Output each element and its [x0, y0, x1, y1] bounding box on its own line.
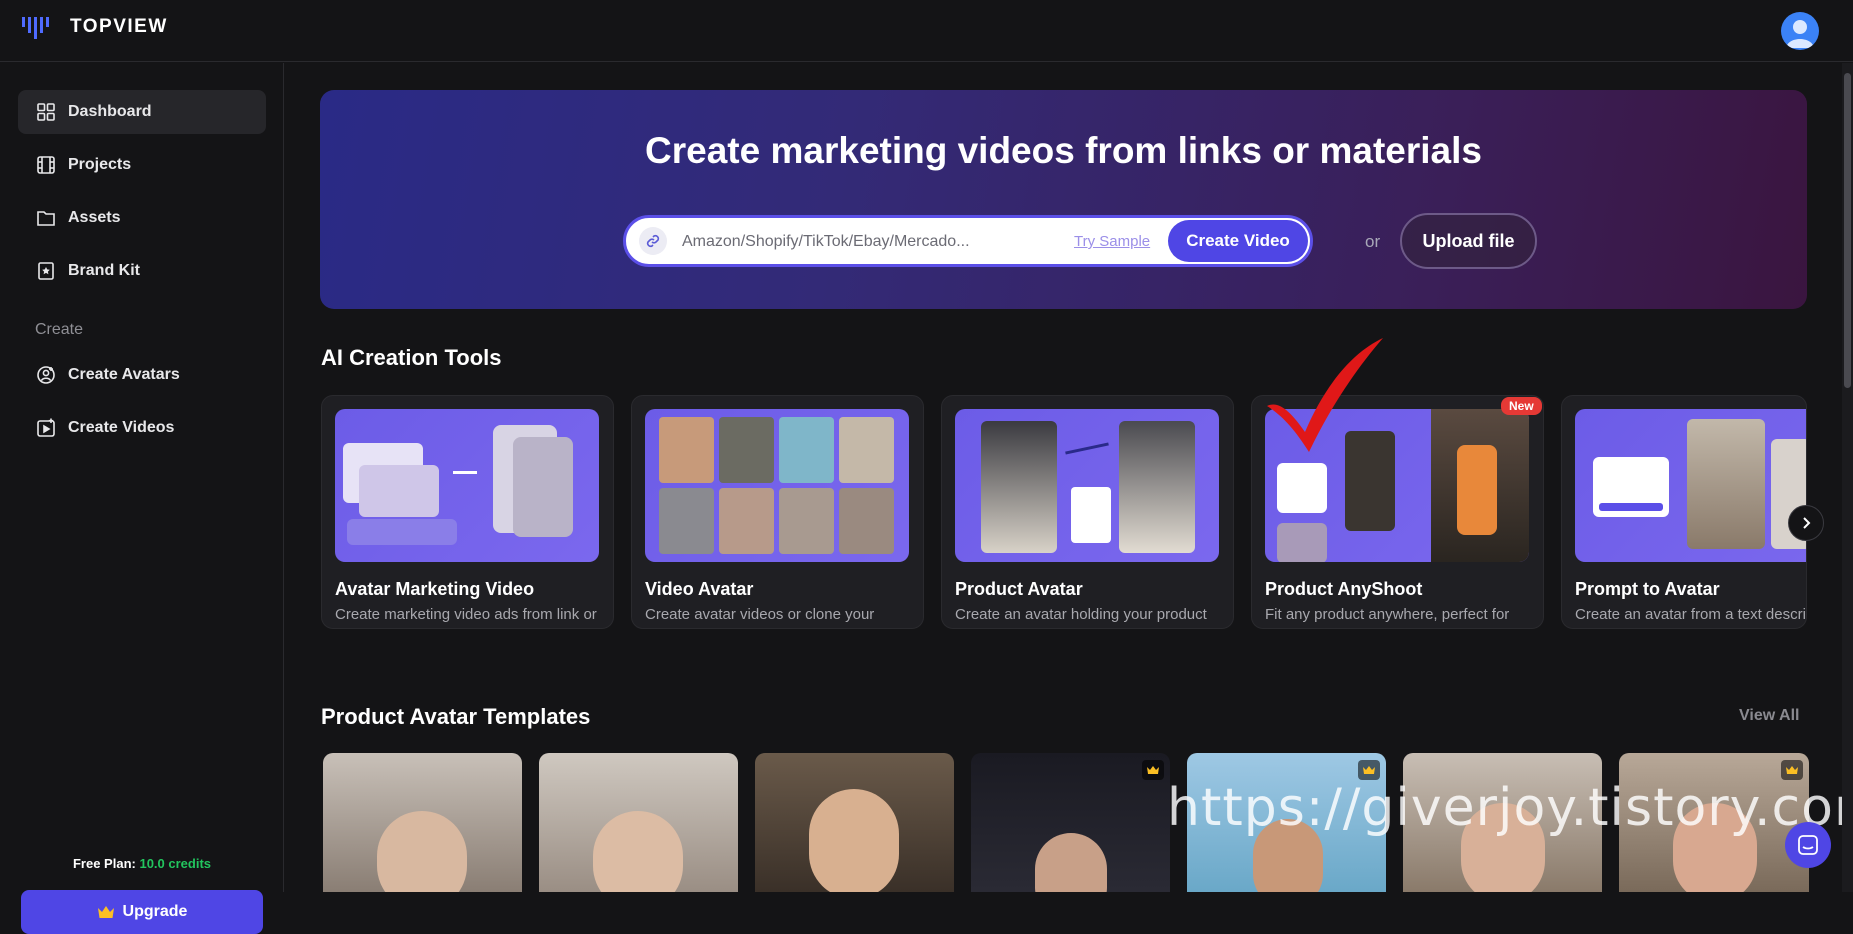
- plan-credits: 10.0 credits: [139, 856, 212, 871]
- sidebar: Dashboard Projects Assets Brand Kit Crea…: [0, 63, 284, 934]
- sidebar-item-brand-kit[interactable]: Brand Kit: [18, 249, 266, 293]
- sidebar-item-label: Assets: [68, 209, 121, 226]
- star-bookmark-icon: [38, 262, 54, 280]
- sidebar-item-label: Dashboard: [68, 103, 152, 120]
- topview-logo-icon: [22, 17, 49, 39]
- premium-crown-icon: [1358, 760, 1380, 780]
- tool-thumbnail: [335, 409, 599, 562]
- sidebar-item-create-videos[interactable]: Create Videos: [18, 406, 266, 450]
- sidebar-item-label: Brand Kit: [68, 262, 140, 279]
- tool-card-video-avatar[interactable]: Video Avatar Create avatar videos or clo…: [631, 395, 924, 629]
- view-all-link[interactable]: View All: [1739, 707, 1799, 725]
- tool-title: Product Avatar: [955, 579, 1083, 599]
- tool-description: Create avatar videos or clone your avata…: [645, 606, 875, 628]
- url-input-box: Try Sample Create Video: [623, 215, 1313, 267]
- templates-title: Product Avatar Templates: [321, 704, 591, 729]
- template-thumbnail[interactable]: [323, 753, 522, 892]
- film-icon: [37, 156, 55, 174]
- tool-card-product-avatar[interactable]: Product Avatar Create an avatar holding …: [941, 395, 1234, 629]
- tool-card-prompt-to-avatar[interactable]: Prompt to Avatar Create an avatar from a…: [1561, 395, 1807, 629]
- tool-title: Prompt to Avatar: [1575, 579, 1720, 599]
- grid-icon: [37, 103, 55, 121]
- template-thumbnail[interactable]: [539, 753, 738, 892]
- tool-description: Create marketing video ads from link or …: [335, 606, 597, 628]
- create-section-label: Create: [35, 321, 84, 338]
- user-icon: [1786, 20, 1814, 48]
- video-plus-icon: [37, 418, 55, 437]
- chat-support-button[interactable]: [1785, 822, 1831, 868]
- watermark-text: https://giverjoy.tistory.com: [1167, 778, 1853, 838]
- folder-icon: [37, 211, 55, 226]
- hero-title: Create marketing videos from links or ma…: [645, 130, 1482, 171]
- checkmark-annotation-icon: [1267, 338, 1383, 452]
- sidebar-item-dashboard[interactable]: Dashboard: [18, 90, 266, 134]
- new-badge: New: [1501, 397, 1542, 415]
- tool-title: Product AnyShoot: [1265, 579, 1423, 599]
- upgrade-button[interactable]: Upgrade: [21, 890, 263, 934]
- product-url-input[interactable]: [682, 230, 982, 254]
- ai-tools-title: AI Creation Tools: [321, 345, 502, 370]
- link-icon: [639, 227, 667, 255]
- plan-info: Free Plan: 10.0 credits: [0, 856, 284, 871]
- tool-title: Video Avatar: [645, 579, 754, 599]
- template-thumbnail[interactable]: [755, 753, 954, 892]
- crown-icon: [97, 906, 114, 918]
- premium-crown-icon: [1142, 760, 1164, 780]
- chevron-right-icon: [1803, 517, 1811, 529]
- tool-thumbnail: [955, 409, 1219, 562]
- sidebar-item-label: Create Avatars: [68, 366, 180, 383]
- main-content: Create marketing videos from links or ma…: [285, 63, 1838, 892]
- upgrade-label: Upgrade: [122, 903, 188, 920]
- sidebar-item-create-avatars[interactable]: Create Avatars: [18, 353, 266, 397]
- tool-description: Fit any product anywhere, perfect for tr…: [1265, 606, 1510, 628]
- tool-thumbnail: [645, 409, 909, 562]
- carousel-next-button[interactable]: [1788, 505, 1824, 541]
- tool-description: Create an avatar from a text description: [1575, 606, 1806, 623]
- chat-icon: [1798, 835, 1818, 855]
- user-avatar[interactable]: [1781, 12, 1819, 50]
- premium-crown-icon: [1781, 760, 1803, 780]
- or-separator: or: [1365, 232, 1381, 251]
- logo-text: TOPVIEW: [70, 16, 168, 37]
- sidebar-item-projects[interactable]: Projects: [18, 143, 266, 187]
- tool-title: Avatar Marketing Video: [335, 579, 535, 599]
- top-bar: TOPVIEW: [0, 0, 1853, 62]
- page-scrollbar[interactable]: [1842, 63, 1853, 892]
- upload-file-button[interactable]: Upload file: [1400, 213, 1537, 269]
- tool-thumbnail: [1575, 409, 1806, 562]
- sidebar-item-label: Projects: [68, 156, 132, 173]
- logo[interactable]: TOPVIEW: [22, 14, 168, 40]
- plan-label: Free Plan:: [72, 856, 136, 871]
- hero-banner: Create marketing videos from links or ma…: [320, 90, 1807, 309]
- sidebar-item-assets[interactable]: Assets: [18, 196, 266, 240]
- template-thumbnail[interactable]: [971, 753, 1170, 892]
- tool-description: Create an avatar holding your product wi…: [955, 606, 1207, 628]
- scrollbar-thumb[interactable]: [1844, 73, 1851, 388]
- user-plus-icon: [37, 366, 55, 384]
- create-video-button[interactable]: Create Video: [1168, 220, 1308, 262]
- try-sample-link[interactable]: Try Sample: [1074, 233, 1150, 250]
- tool-card-avatar-marketing-video[interactable]: Avatar Marketing Video Create marketing …: [321, 395, 614, 629]
- sidebar-item-label: Create Videos: [68, 419, 175, 436]
